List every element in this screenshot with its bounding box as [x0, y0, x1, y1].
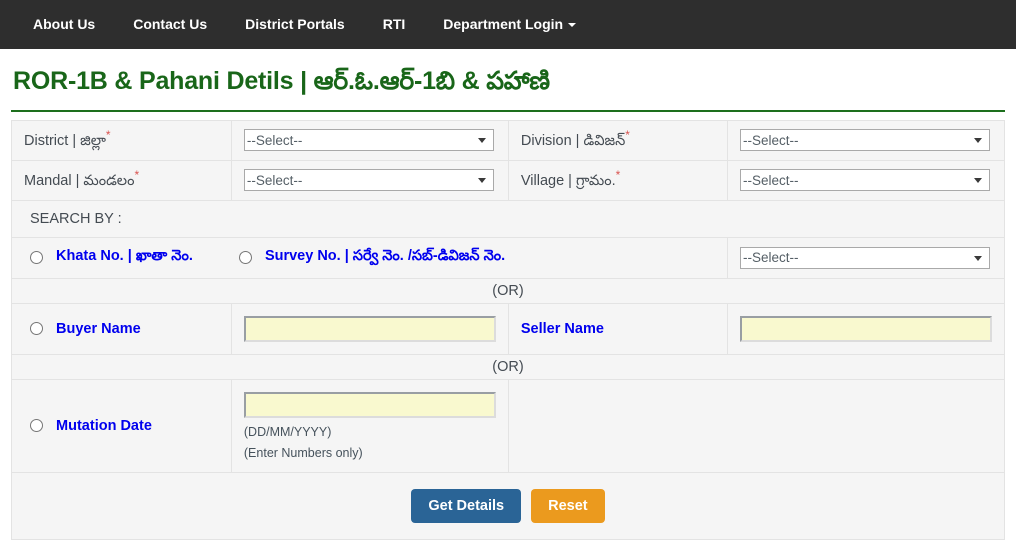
mutation-date-empty-cell: [507, 378, 1006, 473]
mutation-date-field-cell: (DD/MM/YYYY) (Enter Numbers only): [230, 378, 509, 473]
seller-name-label[interactable]: Seller Name: [521, 321, 604, 337]
district-select[interactable]: --Select--: [243, 129, 494, 152]
nav-item-department-login[interactable]: Department Login: [424, 0, 595, 49]
table-row: Mutation Date (DD/MM/YYYY) (Enter Number…: [11, 378, 1006, 473]
village-required-mark: *: [615, 167, 621, 182]
table-row: Get Details Reset: [11, 471, 1005, 540]
chevron-down-icon: --Select--: [739, 129, 990, 152]
district-field-cell: --Select--: [230, 120, 509, 161]
or-separator-2: (OR): [11, 353, 1005, 380]
page-title: ROR-1B & Pahani Detils | ఆర్.ఓ.ఆర్-1బి &…: [13, 67, 550, 95]
district-required-mark: *: [105, 128, 111, 142]
division-label: Division | డివిజన్: [520, 132, 626, 149]
nav-item-contact-us[interactable]: Contact Us: [114, 0, 226, 49]
table-row: Khata No. | ఖాతా నెం. Survey No. | సర్వే…: [11, 236, 1006, 279]
division-label-cell: Division | డివిజన్*: [507, 120, 728, 161]
table-row: District | జిల్లా* --Select-- Division |…: [11, 120, 1006, 161]
mutation-date-input[interactable]: [243, 391, 496, 418]
buyer-name-label[interactable]: Buyer Name: [56, 321, 141, 337]
table-row: (OR): [11, 277, 1005, 304]
chevron-down-icon: [568, 23, 577, 28]
mandal-required-mark: *: [134, 167, 140, 182]
survey-radio[interactable]: [238, 251, 252, 265]
khata-radio-group[interactable]: Khata No. | ఖాతా నెం.: [24, 248, 193, 268]
nav-label-rti: RTI: [382, 16, 406, 32]
reset-button[interactable]: Reset: [531, 488, 605, 523]
get-details-button[interactable]: Get Details: [411, 488, 522, 523]
search-by-header: SEARCH BY :: [11, 199, 1005, 238]
seller-name-input[interactable]: [739, 315, 992, 342]
seller-field-cell: [726, 302, 1006, 355]
form-container: District | జిల్లా* --Select-- Division |…: [0, 112, 1016, 540]
district-label-cell: District | జిల్లా*: [11, 120, 232, 161]
nav-label-department-login: Department Login: [443, 16, 564, 32]
mutation-date-label[interactable]: Mutation Date: [56, 418, 152, 434]
district-label: District | జిల్లా: [24, 132, 106, 149]
survey-radio-group[interactable]: Survey No. | సర్వే నెం. /సబ్-డివిజన్ నెం…: [233, 248, 505, 268]
chevron-down-icon: --Select--: [739, 169, 990, 192]
buyer-label-cell: Buyer Name: [11, 302, 232, 355]
khata-survey-cell: Khata No. | ఖాతా నెం. Survey No. | సర్వే…: [11, 236, 728, 279]
mandal-select[interactable]: --Select--: [243, 169, 494, 192]
nav-label-district-portals: District Portals: [245, 16, 345, 32]
mandal-label: Mandal | మండలం: [24, 172, 135, 189]
mutation-date-numbers-hint: (Enter Numbers only): [243, 445, 363, 460]
buyer-name-radio[interactable]: [30, 322, 43, 336]
buyer-name-input[interactable]: [243, 315, 496, 342]
mutation-date-format-hint: (DD/MM/YYYY): [243, 424, 332, 439]
nav-item-about-us[interactable]: About Us: [14, 0, 114, 49]
mandal-label-cell: Mandal | మండలం*: [11, 159, 232, 201]
table-row: SEARCH BY :: [11, 199, 1005, 238]
seller-label-cell: Seller Name: [507, 302, 728, 355]
chevron-down-icon: --Select--: [243, 129, 494, 152]
table-row: (OR): [11, 353, 1005, 380]
khata-label[interactable]: Khata No. | ఖాతా నెం.: [56, 248, 193, 264]
division-select[interactable]: --Select--: [739, 129, 990, 152]
nav-label-contact-us: Contact Us: [133, 16, 208, 32]
nav-item-rti[interactable]: RTI: [364, 0, 425, 49]
top-navbar: About Us Contact Us District Portals RTI…: [0, 0, 1016, 49]
or-separator-1: (OR): [11, 277, 1005, 304]
village-select[interactable]: --Select--: [739, 169, 990, 192]
khata-survey-select-cell: --Select--: [726, 236, 1006, 279]
khata-survey-select[interactable]: --Select--: [739, 246, 990, 269]
buyer-field-cell: [230, 302, 509, 355]
search-form-table: District | జిల్లా* --Select-- Division |…: [11, 120, 1006, 540]
mutation-date-label-cell: Mutation Date: [11, 378, 232, 473]
form-actions-cell: Get Details Reset: [11, 471, 1005, 540]
table-row: Buyer Name Seller Name: [11, 302, 1006, 355]
nav-label-about-us: About Us: [33, 16, 96, 32]
table-row: Mandal | మండలం* --Select-- Village | గ్ర…: [11, 159, 1006, 201]
chevron-down-icon: --Select--: [243, 169, 494, 192]
chevron-down-icon: --Select--: [739, 246, 990, 269]
division-required-mark: *: [625, 128, 630, 142]
village-label: Village | గ్రామం.: [520, 172, 616, 189]
village-field-cell: --Select--: [726, 159, 1006, 201]
village-label-cell: Village | గ్రామం.*: [507, 159, 728, 201]
survey-label[interactable]: Survey No. | సర్వే నెం. /సబ్-డివిజన్ నెం…: [265, 248, 505, 264]
mutation-date-radio[interactable]: [30, 419, 43, 433]
mandal-field-cell: --Select--: [230, 159, 509, 201]
khata-radio[interactable]: [30, 251, 43, 265]
nav-item-district-portals[interactable]: District Portals: [226, 0, 364, 49]
division-field-cell: --Select--: [726, 120, 1006, 161]
